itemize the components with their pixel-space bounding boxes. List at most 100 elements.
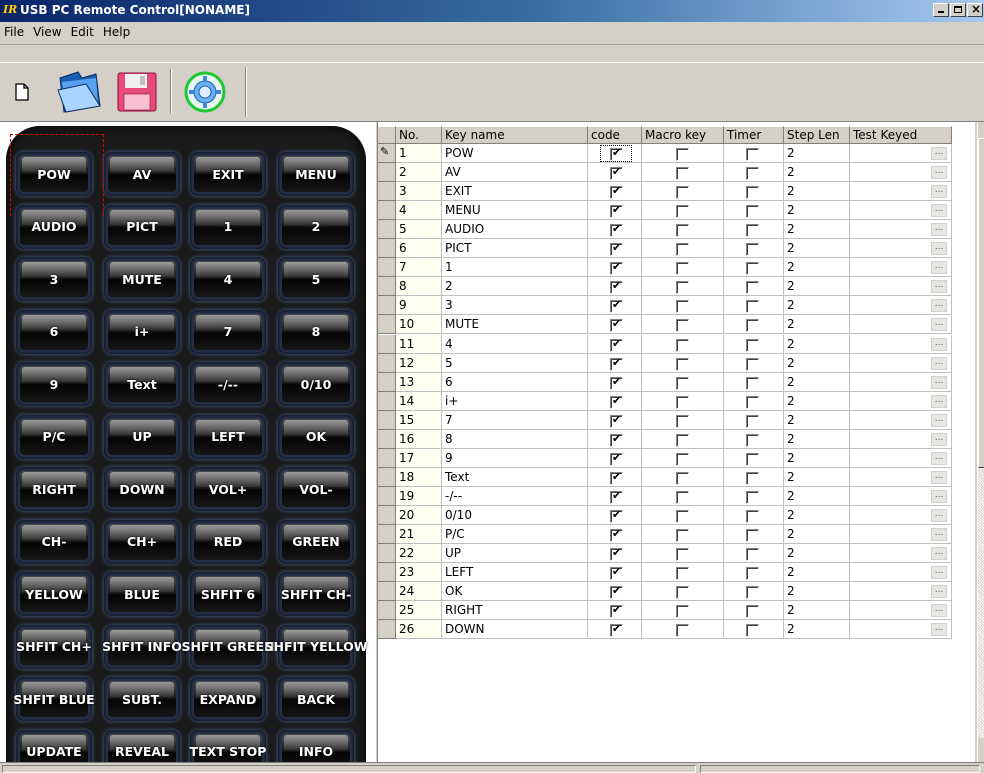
test-key-ellipsis-button[interactable]: ... xyxy=(931,508,947,522)
remote-key-vol[interactable]: VOL- xyxy=(278,467,354,511)
timer-checkbox[interactable] xyxy=(746,548,759,562)
test-key-ellipsis-button[interactable]: ... xyxy=(931,147,947,160)
timer-checkbox[interactable] xyxy=(746,471,759,485)
row-indicator[interactable] xyxy=(378,239,396,259)
timer-checkbox[interactable] xyxy=(746,433,759,447)
timer-checkbox[interactable] xyxy=(746,319,759,333)
table-row[interactable]: 93 2... xyxy=(378,296,952,316)
test-key-ellipsis-button[interactable]: ... xyxy=(931,623,947,637)
cell-step-len[interactable]: 2 xyxy=(784,544,850,564)
row-indicator[interactable] xyxy=(378,163,396,183)
test-key-ellipsis-button[interactable]: ... xyxy=(931,299,947,313)
test-key-ellipsis-button[interactable]: ... xyxy=(931,470,947,484)
table-row[interactable]: 6PICT 2... xyxy=(378,239,952,259)
cell-key-name[interactable]: 5 xyxy=(442,353,588,373)
cell-key-name[interactable]: 3 xyxy=(442,296,588,316)
timer-checkbox[interactable] xyxy=(746,490,759,504)
row-indicator[interactable] xyxy=(378,410,396,430)
macro-checkbox[interactable] xyxy=(676,395,689,409)
test-key-ellipsis-button[interactable]: ... xyxy=(931,242,947,256)
test-key-ellipsis-button[interactable]: ... xyxy=(931,261,947,275)
cell-key-name[interactable]: 9 xyxy=(442,448,588,468)
timer-checkbox[interactable] xyxy=(746,529,759,542)
remote-key-red[interactable]: RED xyxy=(190,519,266,564)
table-row[interactable]: 24OK 2... xyxy=(378,582,952,602)
row-indicator[interactable] xyxy=(378,391,396,411)
table-row[interactable]: 114 2... xyxy=(378,334,952,354)
test-key-ellipsis-button[interactable]: ... xyxy=(931,356,947,370)
code-checkbox[interactable] xyxy=(610,622,623,638)
table-row[interactable]: 136 2... xyxy=(378,372,952,392)
scrollbar-thumb[interactable] xyxy=(978,138,984,468)
remote-key-mute[interactable]: MUTE xyxy=(104,257,180,301)
code-checkbox[interactable] xyxy=(610,222,623,238)
remote-key-menu[interactable]: MENU xyxy=(278,152,354,196)
timer-checkbox[interactable] xyxy=(746,262,759,276)
timer-checkbox[interactable] xyxy=(746,205,759,219)
timer-checkbox[interactable] xyxy=(746,167,759,181)
row-indicator[interactable] xyxy=(378,448,396,468)
row-indicator[interactable] xyxy=(378,315,396,335)
remote-key-shfit-ch[interactable]: SHFIT CH+ xyxy=(16,624,92,669)
cell-step-len[interactable]: 2 xyxy=(784,582,850,602)
remote-key-shfit-6[interactable]: SHFIT 6 xyxy=(190,572,266,616)
cell-step-len[interactable]: 2 xyxy=(784,620,850,640)
test-key-ellipsis-button[interactable]: ... xyxy=(931,432,947,446)
table-row[interactable]: 5AUDIO 2... xyxy=(378,220,952,240)
remote-key-i[interactable]: i+ xyxy=(104,309,180,354)
menu-help[interactable]: Help xyxy=(99,22,135,39)
macro-checkbox[interactable] xyxy=(676,186,689,200)
row-indicator[interactable] xyxy=(378,220,396,240)
code-checkbox[interactable] xyxy=(610,356,623,371)
code-checkbox[interactable] xyxy=(610,165,623,181)
table-row[interactable]: 2AV2... xyxy=(378,163,952,183)
cell-step-len[interactable]: 2 xyxy=(784,220,850,240)
macro-checkbox[interactable] xyxy=(676,148,689,161)
table-row[interactable]: 157 2... xyxy=(378,410,952,430)
cell-step-len[interactable]: 2 xyxy=(784,201,850,221)
header-macro-key[interactable]: Macro key xyxy=(642,126,724,144)
timer-checkbox[interactable] xyxy=(746,300,759,314)
row-indicator[interactable] xyxy=(378,353,396,373)
macro-checkbox[interactable] xyxy=(676,433,689,447)
test-key-ellipsis-button[interactable]: ... xyxy=(931,528,947,541)
timer-checkbox[interactable] xyxy=(746,452,759,466)
cell-step-len[interactable]: 2 xyxy=(784,525,850,544)
remote-key-shfit-green[interactable]: SHFIT GREEN xyxy=(182,624,274,669)
row-indicator[interactable] xyxy=(378,601,396,621)
cell-step-len[interactable]: 2 xyxy=(784,448,850,468)
row-indicator[interactable] xyxy=(378,258,396,278)
cell-key-name[interactable]: -/-- xyxy=(442,486,588,506)
test-key-ellipsis-button[interactable]: ... xyxy=(931,604,947,618)
test-key-ellipsis-button[interactable]: ... xyxy=(931,337,947,351)
cell-step-len[interactable]: 2 xyxy=(784,505,850,525)
cell-key-name[interactable]: i+ xyxy=(442,391,588,411)
macro-checkbox[interactable] xyxy=(676,548,689,562)
remote-key-vol[interactable]: VOL+ xyxy=(190,467,266,511)
code-checkbox[interactable] xyxy=(610,451,623,466)
remote-key-7[interactable]: 7 xyxy=(190,309,266,354)
timer-checkbox[interactable] xyxy=(746,605,759,619)
cell-key-name[interactable]: MUTE xyxy=(442,315,588,335)
code-checkbox[interactable] xyxy=(610,375,623,390)
remote-key-ch[interactable]: CH+ xyxy=(104,519,180,564)
cell-key-name[interactable]: AUDIO xyxy=(442,220,588,240)
remote-key-pict[interactable]: PICT xyxy=(104,204,180,249)
timer-checkbox[interactable] xyxy=(746,281,759,295)
remote-key-shfit-ch[interactable]: SHFIT CH- xyxy=(278,572,354,616)
timer-checkbox[interactable] xyxy=(746,586,759,600)
timer-checkbox[interactable] xyxy=(746,148,759,161)
remote-key-1[interactable]: 1 xyxy=(190,204,266,249)
row-indicator[interactable]: ✎ xyxy=(378,144,396,163)
remote-key-6[interactable]: 6 xyxy=(16,309,92,354)
menu-file[interactable]: File xyxy=(0,22,29,39)
timer-checkbox[interactable] xyxy=(746,414,759,428)
cell-key-name[interactable]: DOWN xyxy=(442,620,588,640)
row-indicator[interactable] xyxy=(378,467,396,487)
remote-key-[interactable]: -/-- xyxy=(190,362,266,406)
code-checkbox[interactable] xyxy=(610,184,623,200)
code-checkbox[interactable] xyxy=(610,279,623,295)
remote-key-8[interactable]: 8 xyxy=(278,309,354,354)
new-document-button[interactable] xyxy=(4,69,40,115)
macro-checkbox[interactable] xyxy=(676,262,689,276)
